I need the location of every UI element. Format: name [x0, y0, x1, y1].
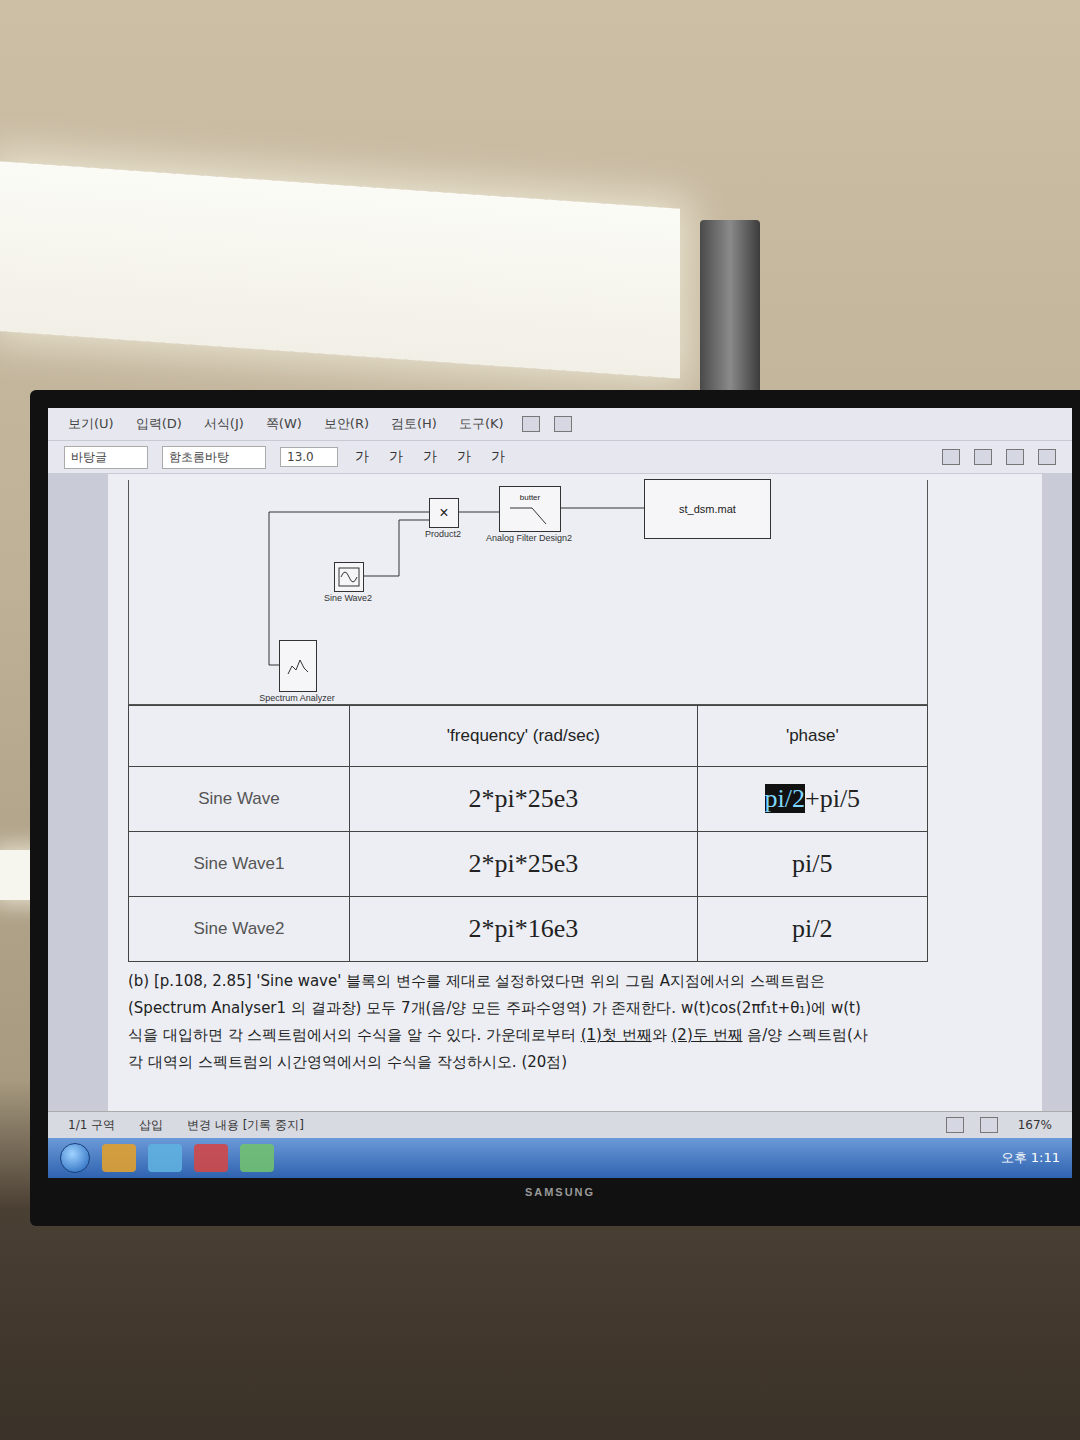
- align-icon[interactable]: [974, 449, 992, 465]
- menu-bar: 보기(U) 입력(D) 서식(J) 쪽(W) 보안(R) 검토(H) 도구(K): [48, 408, 1072, 441]
- document-page: × Product2 butter Analog Filter Design2 st_d…: [108, 474, 1042, 1111]
- table-row: Sine Wave2*pi*25e3pi/2+pi/5: [129, 767, 928, 832]
- format-toolbar: 바탕글함초롬바탕13.0가가가가가: [48, 441, 1072, 474]
- text-span: (2)두 번째: [671, 1026, 742, 1044]
- paragraph-line: 각 대역의 스펙트럼의 시간영역에서의 수식을 작성하시오. (20점): [128, 1049, 1022, 1076]
- scope-block[interactable]: [279, 640, 317, 692]
- table-row: Sine Wave22*pi*16e3 pi/2: [129, 897, 928, 962]
- font-field[interactable]: 함초롬바탕: [162, 446, 266, 469]
- view-icon[interactable]: [980, 1117, 998, 1133]
- table-header: 'frequency' (rad/sec)'phase': [129, 706, 928, 767]
- filter-type: butter: [520, 493, 540, 502]
- style-field[interactable]: 바탕글: [64, 446, 148, 469]
- paragraph-line: 식을 대입하면 각 스펙트럼에서의 수식을 알 수 있다. 가운데로부터 (1)…: [128, 1022, 1022, 1049]
- document-area: × Product2 butter Analog Filter Design2 st_d…: [48, 474, 1072, 1111]
- format-button[interactable]: 가: [420, 448, 440, 466]
- lowpass-icon: [508, 502, 552, 526]
- sine-block[interactable]: [334, 562, 364, 592]
- frequency-cell[interactable]: 2*pi*25e3: [350, 767, 698, 832]
- column-header: 'phase': [697, 706, 927, 767]
- brand-logo: SAMSUNG: [525, 1186, 595, 1198]
- phase-text: pi/2: [792, 914, 832, 943]
- row-label: Sine Wave2: [129, 897, 350, 962]
- text-span: 와: [652, 1026, 672, 1044]
- align-icon[interactable]: [1038, 449, 1056, 465]
- size-field[interactable]: 13.0: [280, 447, 338, 467]
- app-icon[interactable]: [240, 1144, 274, 1172]
- frequency-cell[interactable]: 2*pi*16e3: [350, 897, 698, 962]
- ceiling-light: [0, 161, 680, 379]
- sine-icon: [338, 567, 360, 587]
- block-label: Analog Filter Design2: [486, 533, 572, 543]
- status-item: 삽입: [135, 1115, 167, 1136]
- mount-pole: [700, 220, 760, 400]
- start-icon[interactable]: [60, 1143, 90, 1173]
- text-span: 각 대역의 스펙트럼의 시간영역에서의 수식을 작성하시오. (20점): [128, 1053, 567, 1071]
- align-icon[interactable]: [942, 449, 960, 465]
- app-icon[interactable]: [148, 1144, 182, 1172]
- parameter-table: 'frequency' (rad/sec)'phase'Sine Wave2*p…: [128, 705, 928, 962]
- block-symbol: ×: [439, 504, 448, 522]
- text-span: 음/양 스펙트럼(사: [743, 1026, 868, 1044]
- paragraph-line: (Spectrum Analyser1 의 결과창) 모두 7개(음/양 모든 …: [128, 995, 1022, 1022]
- app-icon[interactable]: [102, 1144, 136, 1172]
- status-item: 변경 내용 [기록 중지]: [183, 1115, 308, 1136]
- format-button[interactable]: 가: [454, 448, 474, 466]
- table-row: Sine Wave12*pi*25e3 pi/5: [129, 832, 928, 897]
- format-button[interactable]: 가: [488, 448, 508, 466]
- phase-cell[interactable]: pi/2+pi/5: [697, 767, 927, 832]
- tv-monitor: 보기(U) 입력(D) 서식(J) 쪽(W) 보안(R) 검토(H) 도구(K) 바탕글 함초롬…: [30, 390, 1080, 1226]
- zoom-level[interactable]: 167%: [1014, 1116, 1056, 1134]
- question-paragraph: (b) [p.108, 2.85] 'Sine wave' 블록의 변수를 제대…: [128, 962, 1022, 1076]
- room-scene: 보기(U) 입력(D) 서식(J) 쪽(W) 보안(R) 검토(H) 도구(K) 바탕글 함초롬…: [0, 0, 1080, 1440]
- paragraph-line: (b) [p.108, 2.85] 'Sine wave' 블록의 변수를 제대…: [128, 968, 1022, 995]
- text-span: 식을 대입하면 각 스펙트럼에서의 수식을 알 수 있다. 가운데로부터: [128, 1026, 581, 1044]
- app-icon[interactable]: [194, 1144, 228, 1172]
- menu-item[interactable]: 입력(D): [132, 413, 186, 435]
- left-gutter: [48, 474, 108, 1111]
- simulink-diagram: × Product2 butter Analog Filter Design2 st_d…: [128, 480, 928, 705]
- phase-text: pi/2: [765, 784, 805, 813]
- block-label: Sine Wave2: [324, 593, 372, 603]
- taskbar: 오후 1:11: [48, 1138, 1072, 1178]
- menu-item[interactable]: 도구(K): [455, 413, 508, 435]
- phase-cell[interactable]: pi/2: [697, 897, 927, 962]
- row-label: Sine Wave1: [129, 832, 350, 897]
- row-label: Sine Wave: [129, 767, 350, 832]
- text-span: (Spectrum Analyser1 의 결과창) 모두 7개(음/양 모든 …: [128, 999, 861, 1017]
- status-bar: 1/1 구역 삽입 변경 내용 [기록 중지] 167%: [48, 1111, 1072, 1138]
- phase-text: +pi/5: [805, 784, 860, 813]
- column-header: 'frequency' (rad/sec): [350, 706, 698, 767]
- menu-item[interactable]: 보안(R): [320, 413, 373, 435]
- product-block[interactable]: ×: [429, 498, 459, 528]
- menu-item[interactable]: 서식(J): [200, 413, 248, 435]
- phase-cell[interactable]: pi/5: [697, 832, 927, 897]
- frequency-cell[interactable]: 2*pi*25e3: [350, 832, 698, 897]
- text-span: (1)첫 번째: [581, 1026, 652, 1044]
- filter-block[interactable]: butter: [499, 486, 561, 532]
- align-icon[interactable]: [1006, 449, 1024, 465]
- text-span: (b) [p.108, 2.85] 'Sine wave' 블록의 변수를 제대…: [128, 972, 825, 990]
- block-label: Spectrum Analyzer: [259, 693, 335, 703]
- menu-item[interactable]: 검토(H): [387, 413, 441, 435]
- toolbar-icon[interactable]: [522, 416, 540, 432]
- status-item: 1/1 구역: [64, 1115, 119, 1136]
- block-symbol: st_dsm.mat: [679, 503, 736, 515]
- menu-item[interactable]: 쪽(W): [262, 413, 306, 435]
- format-button[interactable]: 가: [352, 448, 372, 466]
- right-gutter: [1042, 474, 1072, 1111]
- view-icon[interactable]: [946, 1117, 964, 1133]
- format-button[interactable]: 가: [386, 448, 406, 466]
- phase-text: pi/5: [792, 849, 832, 878]
- column-header: [129, 706, 350, 767]
- spectrum-icon: [286, 656, 310, 676]
- file-block[interactable]: st_dsm.mat: [644, 479, 771, 539]
- menu-item[interactable]: 보기(U): [64, 413, 118, 435]
- screen: 보기(U) 입력(D) 서식(J) 쪽(W) 보안(R) 검토(H) 도구(K) 바탕글 함초롬…: [48, 408, 1072, 1178]
- clock: 오후 1:11: [1001, 1149, 1060, 1167]
- toolbar-icon[interactable]: [554, 416, 572, 432]
- block-label: Product2: [425, 529, 461, 539]
